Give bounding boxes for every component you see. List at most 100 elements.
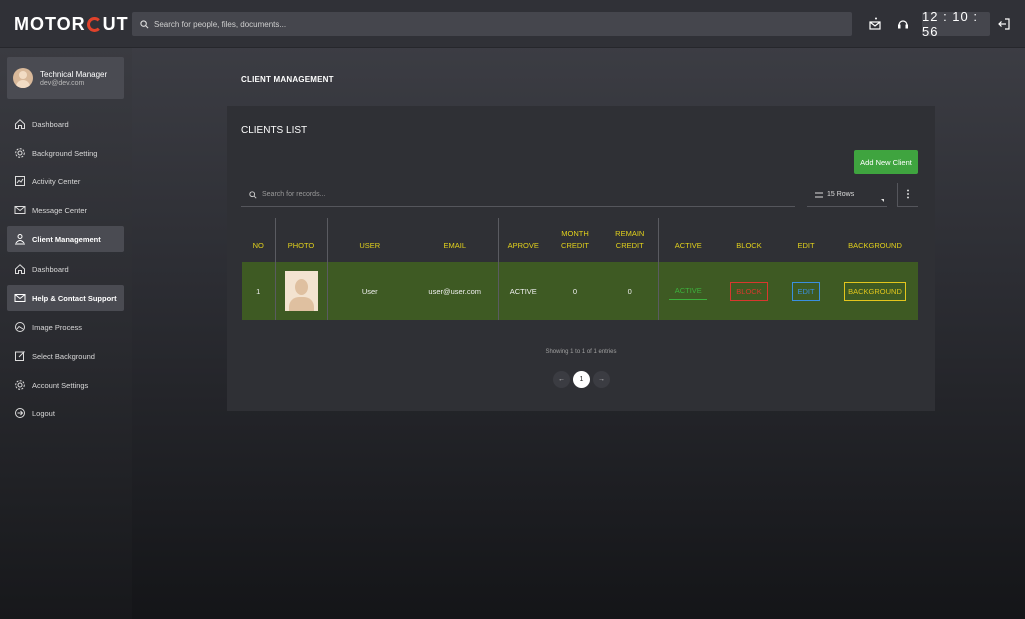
cell-active: ACTIVE xyxy=(658,262,718,320)
cell-edit: EDIT xyxy=(780,262,832,320)
sidebar-item-label: Activity Center xyxy=(32,176,81,186)
search-icon xyxy=(140,19,149,28)
clients-panel: CLIENTS LIST Add New Client Search for r… xyxy=(227,106,935,411)
active-button[interactable]: ACTIVE xyxy=(669,282,708,300)
col-header-remain-credit-line2: CREDIT xyxy=(615,241,644,250)
sidebar-item-account-settings[interactable]: Account Settings xyxy=(7,372,124,398)
edit-button[interactable]: EDIT xyxy=(792,281,820,301)
block-button[interactable]: BLOCK xyxy=(730,281,768,301)
showing-entries-text: Showing 1 to 1 of 1 entries xyxy=(545,349,617,355)
global-search-placeholder: Search for people, files, documents... xyxy=(154,19,287,29)
pagination-page-button[interactable]: 1 xyxy=(573,371,590,388)
sidebar-item-dashboard-2[interactable]: Dashboard xyxy=(7,256,124,282)
sidebar: Technical Manager dev@dev.com Dashboard … xyxy=(0,48,132,619)
records-search-input[interactable]: Search for records... xyxy=(241,183,795,207)
support-headset-icon[interactable] xyxy=(896,17,910,31)
col-header-aprove: APROVE xyxy=(507,241,539,250)
sidebar-item-label: Background Setting xyxy=(32,148,98,158)
clock-display: 12 : 10 : 56 xyxy=(922,9,990,39)
cell-block: BLOCK xyxy=(718,262,780,320)
profile-email: dev@dev.com xyxy=(40,79,85,87)
col-header-edit: EDIT xyxy=(797,241,815,250)
brand-logo[interactable]: MOTOR UT xyxy=(14,14,129,35)
sidebar-item-label: Message Center xyxy=(32,205,88,215)
rows-per-page-value: 15 Rows xyxy=(827,191,855,198)
page-title: CLIENT MANAGEMENT xyxy=(241,75,334,84)
list-icon xyxy=(815,192,823,197)
mail-icon xyxy=(14,294,26,302)
more-options-icon[interactable]: ⋮ xyxy=(897,183,918,207)
cell-email: user@user.com xyxy=(412,262,499,320)
gear-icon xyxy=(15,148,25,158)
sidebar-item-activity-center[interactable]: Activity Center xyxy=(7,168,124,194)
panel-title: CLIENTS LIST xyxy=(241,125,308,136)
logout-icon xyxy=(15,408,25,418)
home-icon xyxy=(15,119,25,129)
rows-per-page-select[interactable]: 15 Rows xyxy=(807,183,887,207)
pagination-prev-button[interactable]: ← xyxy=(553,371,570,388)
sidebar-item-client-management[interactable]: Client Management xyxy=(7,226,124,252)
brand-o-mark xyxy=(86,17,102,32)
col-header-month-credit: MONTH CREDIT xyxy=(548,218,602,262)
col-header-background: BACKGROUND xyxy=(848,241,902,250)
avatar xyxy=(13,68,33,88)
sidebar-item-label: Help & Contact Support xyxy=(32,293,117,303)
cell-user: User xyxy=(327,262,412,320)
edit-icon xyxy=(15,351,25,361)
col-header-remain-credit: REMAIN CREDIT xyxy=(602,218,659,262)
clients-table: NO PHOTO USER EMAIL APROVE MONTH CREDIT R… xyxy=(242,218,918,320)
sidebar-item-logout[interactable]: Logout xyxy=(7,400,124,426)
search-icon xyxy=(249,190,257,199)
global-search-input[interactable]: Search for people, files, documents... xyxy=(132,12,852,36)
col-header-user: USER xyxy=(359,241,381,250)
background-button[interactable]: BACKGROUND xyxy=(844,281,906,301)
add-new-client-button[interactable]: Add New Client xyxy=(854,150,918,174)
users-icon xyxy=(15,234,25,245)
pagination-next-button[interactable]: → xyxy=(593,371,610,388)
image-icon xyxy=(15,322,25,332)
cell-photo xyxy=(275,262,328,320)
cell-month-credit: 0 xyxy=(548,262,602,320)
cell-background: BACKGROUND xyxy=(832,262,918,320)
sidebar-item-label: Image Process xyxy=(32,322,83,332)
top-bar: MOTOR UT Search for people, files, docum… xyxy=(0,0,1025,48)
sidebar-item-select-background[interactable]: Select Background xyxy=(7,343,124,369)
pagination: ← 1 → xyxy=(553,371,610,388)
sidebar-item-help-contact-support[interactable]: Help & Contact Support xyxy=(7,285,124,311)
table-row: 1 User user@user.com ACTIVE 0 0 ACTIVE B… xyxy=(242,262,918,320)
col-header-email: EMAIL xyxy=(412,218,499,262)
sidebar-item-label: Client Management xyxy=(32,234,101,244)
col-header-month-credit-line1: MONTH xyxy=(561,229,589,238)
col-header-month-credit-line2: CREDIT xyxy=(561,241,589,250)
brand-name-left: MOTOR xyxy=(14,14,86,34)
sidebar-item-dashboard[interactable]: Dashboard xyxy=(7,111,124,137)
gear-icon xyxy=(15,380,25,390)
mail-icon xyxy=(14,206,26,214)
client-photo[interactable] xyxy=(284,271,318,311)
sidebar-item-background-setting[interactable]: Background Setting xyxy=(7,140,124,166)
records-search-placeholder: Search for records... xyxy=(262,191,326,198)
sidebar-item-label: Account Settings xyxy=(32,380,89,390)
col-header-active: ACTIVE xyxy=(674,241,702,250)
col-header-remain-credit-line1: REMAIN xyxy=(615,229,645,238)
sidebar-item-message-center[interactable]: Message Center xyxy=(7,197,124,223)
profile-name: Technical Manager xyxy=(40,69,108,79)
cell-remain-credit: 0 xyxy=(602,262,659,320)
sidebar-item-label: Dashboard xyxy=(32,264,69,274)
caret-down-icon xyxy=(881,199,884,202)
user-profile-card[interactable]: Technical Manager dev@dev.com xyxy=(7,57,124,99)
col-header-photo: PHOTO xyxy=(275,218,328,262)
sidebar-item-label: Select Background xyxy=(32,351,95,361)
cell-no: 1 xyxy=(242,262,276,320)
exit-icon[interactable] xyxy=(997,17,1011,31)
cell-aprove: ACTIVE xyxy=(498,262,548,320)
table-header-row: NO PHOTO USER EMAIL APROVE MONTH CREDIT R… xyxy=(242,218,918,262)
activity-icon xyxy=(15,176,25,186)
sidebar-item-label: Logout xyxy=(32,408,55,418)
brand-name-right: UT xyxy=(102,14,129,34)
mail-notification-icon[interactable] xyxy=(868,17,882,31)
col-header-block: BLOCK xyxy=(736,241,762,250)
sidebar-item-image-process[interactable]: Image Process xyxy=(7,314,124,340)
col-header-no: NO xyxy=(242,218,276,262)
home-icon xyxy=(15,264,25,274)
